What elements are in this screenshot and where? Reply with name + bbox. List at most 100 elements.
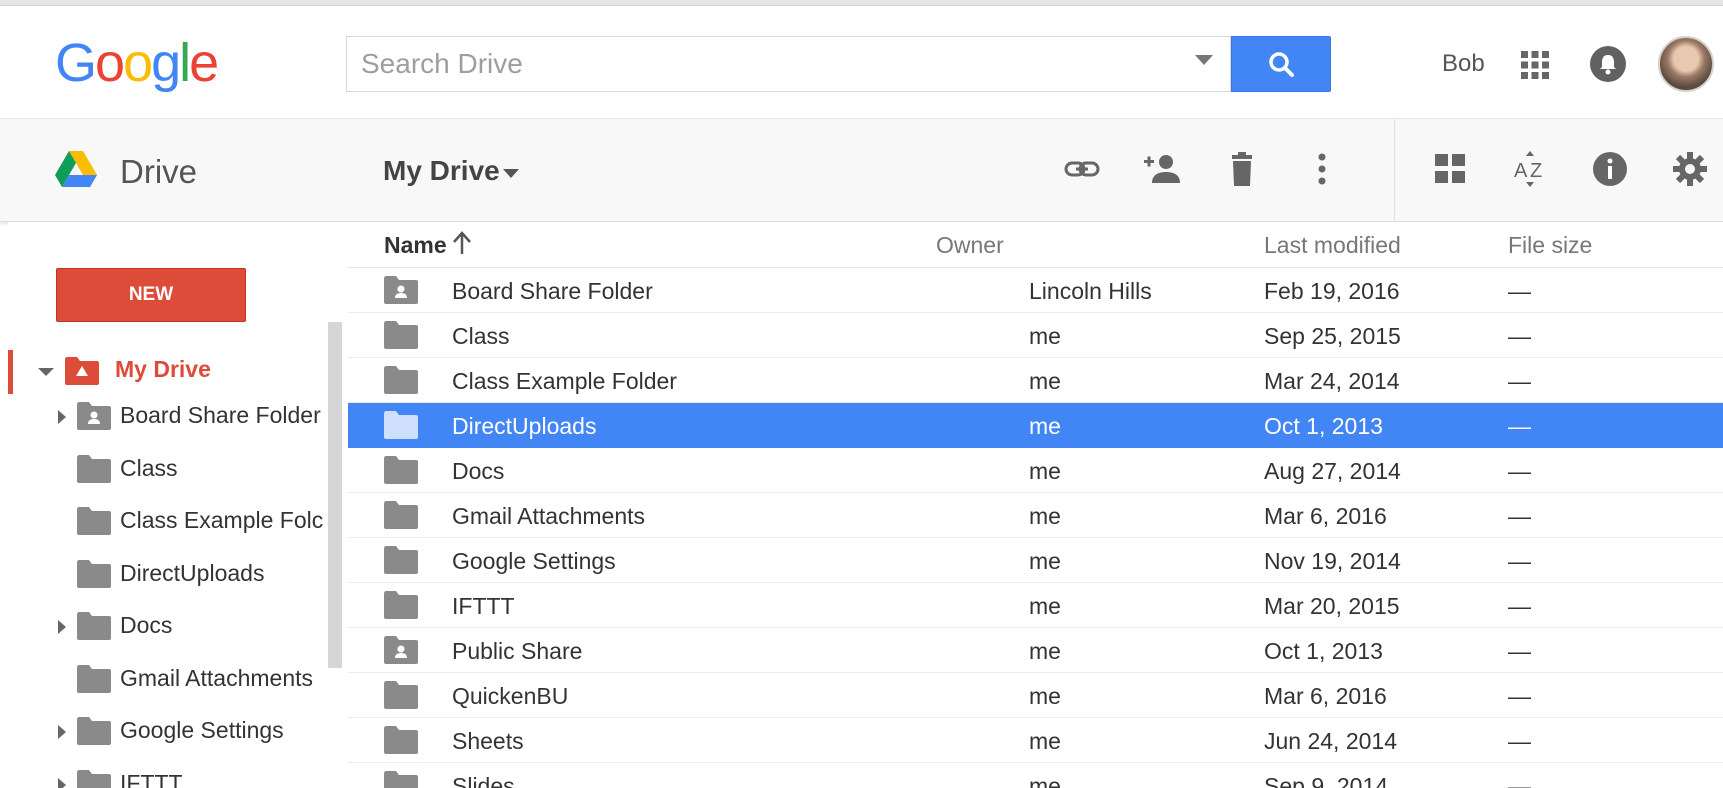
table-row[interactable]: Class me Sep 25, 2015 — [348, 313, 1723, 358]
trash-icon[interactable] [1222, 149, 1262, 189]
file-owner: me [1029, 548, 1061, 574]
sidebar-scrollbar[interactable] [328, 322, 342, 668]
user-name[interactable]: Bob [1442, 50, 1485, 78]
table-row[interactable]: Google Settings me Nov 19, 2014 — [348, 538, 1723, 583]
shared-folder-icon [77, 402, 111, 430]
sidebar-item-folder[interactable]: IFTTT [48, 764, 328, 788]
sidebar-item-label: Google Settings [120, 717, 284, 743]
search-button[interactable] [1231, 36, 1331, 92]
column-header-owner[interactable]: Owner [936, 232, 1004, 259]
search-options-dropdown-icon[interactable] [1195, 55, 1213, 65]
file-last-modified: Feb 19, 2016 [1264, 278, 1400, 304]
sidebar-item-label: Class [120, 454, 178, 481]
search-input[interactable] [361, 37, 1181, 91]
table-row[interactable]: Board Share Folder Lincoln Hills Feb 19, 2… [348, 268, 1723, 313]
folder-icon [77, 507, 111, 535]
file-size: — [1508, 278, 1531, 304]
file-size: — [1508, 638, 1531, 664]
sidebar-item-folder[interactable]: Board Share Folder [48, 396, 328, 436]
sidebar-item-folder[interactable]: Class [48, 449, 328, 489]
file-size: — [1508, 503, 1531, 529]
sidebar-item-folder[interactable]: Docs [48, 606, 328, 646]
caret-right-icon[interactable] [58, 725, 66, 739]
caret-right-icon[interactable] [58, 620, 66, 634]
sidebar-item-folder[interactable]: Class Example Folc [48, 501, 328, 541]
table-row[interactable]: Public Share me Oct 1, 2013 — [348, 628, 1723, 673]
logo-letter: o [123, 33, 153, 93]
file-name: Sheets [452, 728, 524, 754]
svg-text:Z: Z [1530, 160, 1542, 182]
table-row[interactable]: Class Example Folder me Mar 24, 2014 — [348, 358, 1723, 403]
sidebar-item-my-drive[interactable]: My Drive [28, 350, 328, 390]
file-name: Docs [452, 458, 505, 484]
folder-icon [384, 771, 418, 788]
logo-letter: g [151, 33, 181, 93]
file-last-modified: Mar 6, 2016 [1264, 683, 1387, 709]
folder-icon [384, 411, 418, 439]
file-owner: me [1029, 323, 1061, 349]
my-drive-folder-icon [65, 357, 99, 385]
column-header-file-size[interactable]: File size [1508, 232, 1592, 259]
sidebar-item-label: Gmail Attachments [120, 664, 314, 691]
avatar[interactable] [1658, 36, 1714, 92]
file-last-modified: Aug 27, 2014 [1264, 458, 1401, 484]
sidebar-item-folder[interactable]: Gmail Attachments [48, 659, 328, 699]
file-name: Board Share Folder [452, 278, 653, 304]
settings-icon[interactable] [1670, 149, 1710, 189]
file-name: Gmail Attachments [452, 503, 646, 529]
caret-down-icon[interactable] [38, 368, 54, 376]
table-row[interactable]: Sheets me Jun 24, 2014 — [348, 718, 1723, 763]
sidebar: NEW My Drive Board Share Folder Class Clas… [8, 222, 348, 788]
logo-letter: e [189, 33, 219, 93]
file-size: — [1508, 413, 1531, 439]
file-name: DirectUploads [452, 413, 597, 439]
apps-grid-icon[interactable] [1520, 50, 1550, 80]
table-row[interactable]: Slides me Sep 9, 2014 — [348, 763, 1723, 788]
more-vert-icon[interactable] [1302, 149, 1342, 189]
file-size: — [1508, 773, 1531, 788]
link-icon[interactable] [1062, 149, 1102, 189]
table-row[interactable]: DirectUploads me Oct 1, 2013 — [348, 403, 1723, 448]
file-name: Class Example Folder [452, 368, 677, 394]
table-row[interactable]: Gmail Attachments me Mar 6, 2016 — [348, 493, 1723, 538]
notifications-icon[interactable] [1590, 46, 1626, 82]
sort-ascending-icon[interactable] [450, 230, 474, 256]
drive-logo-icon[interactable] [55, 151, 97, 189]
sidebar-item-folder[interactable]: Google Settings [48, 711, 328, 751]
header: Google Bob [0, 6, 1723, 118]
caret-right-icon[interactable] [58, 777, 66, 788]
sidebar-item-label: Board Share Folder [120, 402, 321, 428]
search-box [346, 36, 1231, 92]
sidebar-item-label: Docs [120, 612, 173, 638]
file-owner: me [1029, 728, 1061, 754]
folder-icon [77, 769, 111, 788]
folder-icon [77, 717, 111, 745]
file-owner: me [1029, 368, 1061, 394]
file-last-modified: Sep 25, 2015 [1264, 323, 1401, 349]
google-logo[interactable]: Google [55, 32, 219, 94]
toolbar-divider [1394, 119, 1395, 223]
sidebar-item-folder[interactable]: DirectUploads [48, 554, 328, 594]
chevron-down-icon[interactable] [503, 169, 519, 178]
column-header-last-modified[interactable]: Last modified [1264, 232, 1401, 259]
file-size: — [1508, 593, 1531, 619]
file-name: IFTTT [452, 593, 515, 619]
folder-icon [384, 456, 418, 484]
grid-view-icon[interactable] [1430, 149, 1470, 189]
add-person-icon[interactable] [1142, 149, 1182, 189]
table-row[interactable]: Docs me Aug 27, 2014 — [348, 448, 1723, 493]
folder-icon [384, 546, 418, 574]
file-last-modified: Jun 24, 2014 [1264, 728, 1398, 754]
location-menu[interactable]: My Drive [383, 155, 500, 187]
column-header-name[interactable]: Name [384, 232, 447, 259]
table-row[interactable]: IFTTT me Mar 20, 2015 — [348, 583, 1723, 628]
caret-right-icon[interactable] [58, 410, 66, 424]
file-owner: me [1029, 773, 1061, 788]
file-name: Public Share [452, 638, 583, 664]
info-icon[interactable] [1590, 149, 1630, 189]
new-button[interactable]: NEW [56, 268, 246, 322]
file-size: — [1508, 548, 1531, 574]
folder-icon [384, 681, 418, 709]
table-row[interactable]: QuickenBU me Mar 6, 2016 — [348, 673, 1723, 718]
sort-az-icon[interactable]: A Z [1510, 149, 1550, 189]
